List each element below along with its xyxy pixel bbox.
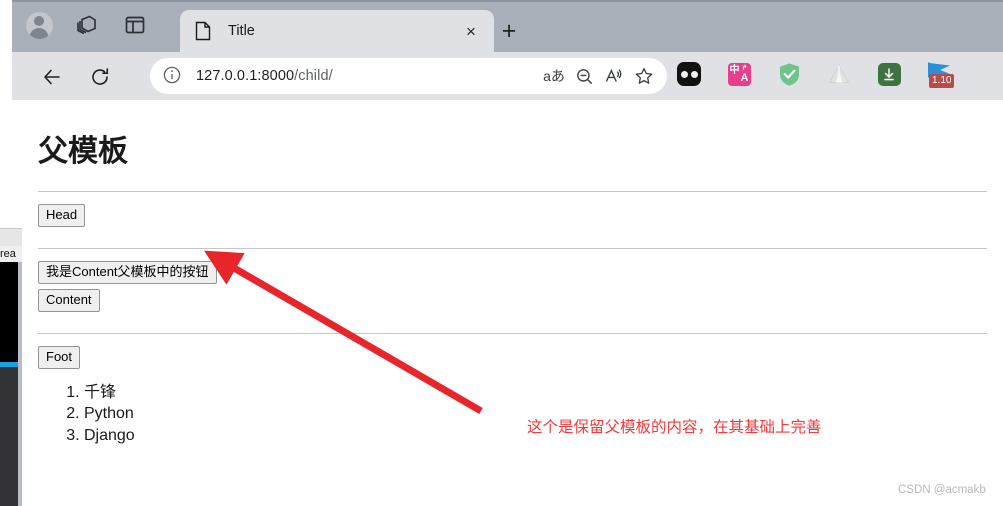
translate-extension-icon[interactable]: 中 ↱ A: [725, 60, 753, 88]
address-bar-url[interactable]: 127.0.0.1:8000/child/: [196, 68, 539, 84]
annotation-text: 这个是保留父模板的内容，在其基础上完善: [527, 419, 822, 436]
browser-window: Title × + 127.0.0.1:8000/child/ aあ 中 ↱ A…: [12, 0, 1003, 506]
title-bar-icon-group: [24, 10, 150, 40]
extension-icon-group: 中 ↱ A 1.10: [675, 60, 955, 88]
adguard-shield-icon[interactable]: [775, 60, 803, 88]
browser-tab[interactable]: Title ×: [180, 10, 494, 52]
browser-nav-bar: 127.0.0.1:8000/child/ aあ 中 ↱ A 1.10: [12, 52, 1003, 100]
list-item: 千锋: [84, 383, 987, 404]
url-host: 127.0.0.1:8000: [196, 68, 295, 84]
page-icon: [194, 21, 212, 41]
page-body: 父模板 Head 我是Content父模板中的按钮 Content Foot 千…: [22, 100, 1003, 447]
address-bar[interactable]: 127.0.0.1:8000/child/ aあ: [150, 58, 667, 94]
divider-3: [38, 332, 987, 334]
reload-icon[interactable]: [84, 61, 115, 92]
content-parent-button[interactable]: 我是Content父模板中的按钮: [38, 260, 217, 284]
content-button[interactable]: Content: [38, 288, 100, 312]
page-title: 父模板: [38, 135, 128, 168]
content-block: 我是Content父模板中的按钮 Content: [38, 260, 987, 312]
download-extension-icon[interactable]: [875, 60, 903, 88]
translate-icon-label: aあ: [543, 68, 565, 84]
back-icon[interactable]: [36, 61, 67, 92]
read-aloud-icon[interactable]: [599, 61, 629, 91]
zoom-out-icon[interactable]: [569, 61, 599, 91]
flag-extension-icon[interactable]: 1.10: [925, 60, 955, 88]
tent-extension-icon[interactable]: [825, 60, 853, 88]
page-viewport: 父模板 Head 我是Content父模板中的按钮 Content Foot 千…: [22, 100, 1003, 506]
favorite-star-icon[interactable]: [629, 61, 659, 91]
profile-avatar-icon[interactable]: [24, 10, 54, 40]
tab-actions-icon[interactable]: [120, 10, 150, 40]
new-tab-button[interactable]: +: [494, 16, 524, 46]
divider-1: [38, 191, 987, 192]
dots-extension-icon[interactable]: [675, 60, 703, 88]
translate-ext-cn: 中: [729, 64, 740, 76]
tab-title: Title: [228, 23, 255, 39]
translate-ext-arrow: ↱: [741, 64, 748, 72]
close-icon[interactable]: ×: [460, 20, 482, 42]
divider-2: [38, 247, 987, 249]
watermark: CSDN @acmakb: [898, 484, 986, 496]
collections-icon[interactable]: [72, 10, 102, 40]
info-circle-icon[interactable]: [162, 65, 184, 87]
foot-block: Foot: [38, 345, 987, 369]
translate-ext-en: A: [740, 71, 749, 84]
flag-extension-badge: 1.10: [929, 74, 955, 88]
content-list: 千锋 Python Django: [38, 383, 987, 447]
browser-title-bar: Title × +: [12, 0, 1003, 52]
url-path: /child/: [294, 68, 333, 84]
title-bar-top-edge: [12, 0, 1003, 2]
head-button[interactable]: Head: [38, 204, 86, 227]
head-block: Head: [38, 204, 987, 227]
foot-button[interactable]: Foot: [38, 345, 81, 369]
translate-icon[interactable]: aあ: [539, 61, 569, 91]
